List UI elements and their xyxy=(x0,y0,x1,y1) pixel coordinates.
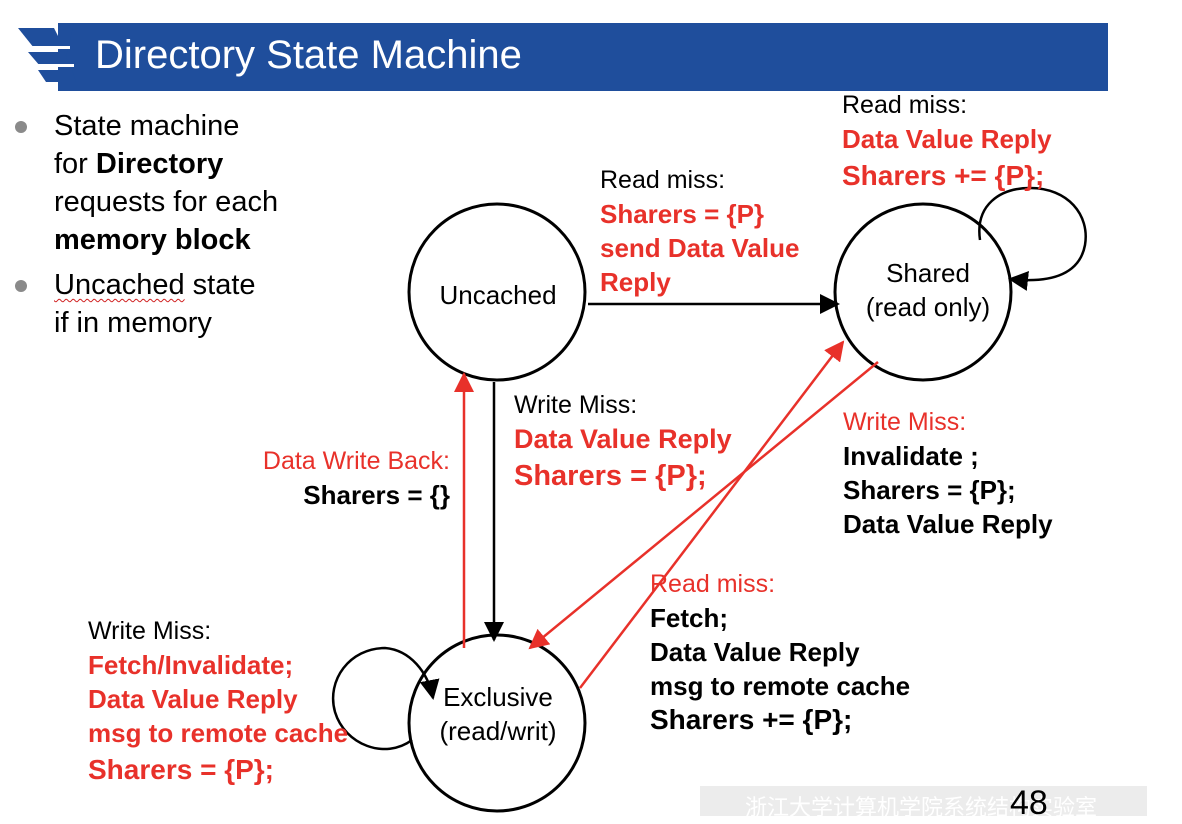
state-exclusive-line-2: (read/writ) xyxy=(439,716,557,746)
action-line: msg to remote cache xyxy=(88,718,349,748)
action-line: Fetch; xyxy=(650,603,728,633)
action-line: msg to remote cache xyxy=(650,671,911,701)
label-uncached-to-shared: Read miss: Sharers = {P} send Data Value… xyxy=(600,163,799,299)
state-shared-line-1: Shared xyxy=(886,258,970,288)
page-number: 48 xyxy=(1010,784,1048,822)
action-line: send Data Value xyxy=(600,233,800,263)
event-write-miss: Write Miss: xyxy=(514,391,638,419)
state-exclusive-label: Exclusive (read/writ) xyxy=(418,680,578,748)
action-line: Data Value Reply xyxy=(842,124,1052,154)
state-shared-label: Shared (read only) xyxy=(843,256,1013,324)
event-write-miss: Write Miss: xyxy=(843,408,967,436)
action-line: Sharers = {P}; xyxy=(843,475,1016,505)
label-shared-self-loop: Read miss: Data Value Reply Sharers += {… xyxy=(842,88,1052,196)
event-read-miss: Read miss: xyxy=(600,166,726,194)
action-line: Sharers += {P}; xyxy=(842,160,1045,191)
event-read-miss: Read miss: xyxy=(842,91,968,119)
action-line: Data Value Reply xyxy=(88,684,298,714)
state-exclusive-line-1: Exclusive xyxy=(443,682,553,712)
action-line: Sharers = {P} xyxy=(600,199,765,229)
action-line: Sharers = {P}; xyxy=(88,754,274,785)
label-exclusive-self-loop: Write Miss: Fetch/Invalidate; Data Value… xyxy=(88,614,348,790)
action-line: Data Value Reply xyxy=(514,424,732,454)
event-read-miss: Read miss: xyxy=(650,570,776,598)
action-line: Fetch/Invalidate; xyxy=(88,650,294,680)
action-line: Invalidate ; xyxy=(843,441,979,471)
action-line: Sharers += {P}; xyxy=(650,704,853,735)
event-data-write-back: Data Write Back: xyxy=(262,447,450,475)
action-line: Data Value Reply xyxy=(650,637,860,667)
action-line: Data Value Reply xyxy=(843,509,1053,539)
label-exclusive-to-uncached: Data Write Back: Sharers = {} xyxy=(236,444,450,512)
label-uncached-to-exclusive: Write Miss: Data Value Reply Sharers = {… xyxy=(514,388,732,496)
label-shared-to-exclusive: Write Miss: Invalidate ; Sharers = {P}; … xyxy=(843,405,1053,541)
action-line: Sharers = {} xyxy=(303,480,450,510)
state-shared-line-2: (read only) xyxy=(865,292,991,322)
action-line: Reply xyxy=(600,267,671,297)
event-write-miss: Write Miss: xyxy=(88,617,212,645)
state-uncached-label: Uncached xyxy=(439,280,557,310)
action-line: Sharers = {P}; xyxy=(514,460,707,492)
label-exclusive-to-shared: Read miss: Fetch; Data Value Reply msg t… xyxy=(650,567,910,737)
